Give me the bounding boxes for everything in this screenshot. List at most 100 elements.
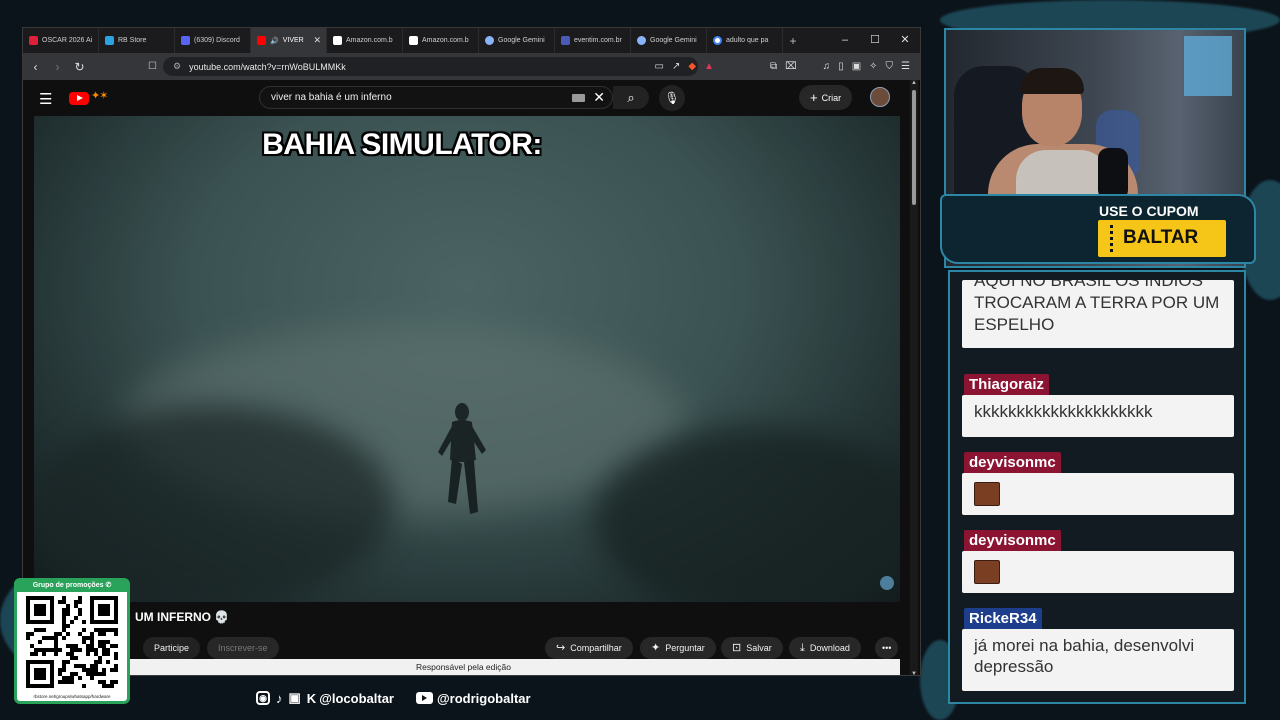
tab[interactable]: Amazon.com.b	[327, 28, 403, 53]
download-button[interactable]: ⤓ Download	[789, 637, 861, 659]
tab-active[interactable]: 🔊 VIVER ✕	[251, 28, 327, 53]
avatar[interactable]	[870, 87, 890, 107]
more-actions-button[interactable]: •••	[875, 637, 899, 659]
tab-favicon-icon	[105, 36, 114, 45]
search-icon: ⌕	[627, 90, 635, 105]
voice-search-button[interactable]: 🎙	[659, 85, 685, 111]
coupon-label: USE O CUPOM	[1099, 203, 1199, 219]
chat-message-text: kkkkkkkkkkkkkkkkkkkkk	[962, 395, 1234, 437]
wallet-icon[interactable]: ▣	[852, 61, 861, 72]
bookmark-icon: ⊡	[732, 642, 742, 654]
back-icon[interactable]: ‹	[26, 60, 45, 74]
tab-label: Google Gemini	[650, 37, 697, 44]
screenshot-icon[interactable]: ⌧	[785, 61, 797, 72]
url-field[interactable]: ☐ ⚙ youtube.com/watch?v=rnWoBULMMKk	[148, 57, 698, 76]
tab-favicon-icon	[181, 36, 190, 45]
tab-close-icon[interactable]: ✕	[313, 35, 321, 46]
tab[interactable]: eventim.com.br	[555, 28, 631, 53]
tab-label: adulto que pa	[726, 37, 769, 44]
youtube-doodle-icon[interactable]: ✦✶	[91, 89, 108, 102]
edit-notice: Responsável pela edição	[416, 662, 511, 672]
window-controls: – ☐ ✕	[830, 28, 920, 53]
qr-label-text: Grupo de promoções	[32, 582, 104, 589]
create-button[interactable]: + Criar	[799, 85, 853, 110]
face-emote-icon	[974, 560, 1000, 584]
tab-label: Amazon.com.b	[346, 37, 393, 44]
leo-icon[interactable]: ✧	[869, 61, 877, 72]
subscribe-button[interactable]: Inscrever-se	[207, 637, 279, 659]
menu-icon[interactable]: ☰	[901, 61, 910, 72]
channel-watermark-icon[interactable]	[880, 576, 894, 590]
address-bar: ‹ › ↻ ☐ ⚙ youtube.com/watch?v=rnWoBULMMK…	[23, 53, 920, 80]
brave-shield-icon[interactable]: ◆	[688, 61, 696, 72]
maximize-icon[interactable]: ☐	[860, 28, 890, 53]
new-tab-icon[interactable]: +	[783, 34, 803, 48]
tab[interactable]: (6309) Discord	[175, 28, 251, 53]
site-info-icon[interactable]: ⚙	[173, 61, 181, 72]
coupon-perforation	[1110, 225, 1113, 252]
forward-icon[interactable]: ›	[48, 60, 67, 74]
social-handle-1: @locobaltar	[319, 690, 394, 706]
toolbar-icons: ▭ ↗ ◆ ▲ ⧉ ⌧ ♫ ▯ ▣ ✧ ⛉ ☰	[655, 53, 910, 80]
url-text: youtube.com/watch?v=rnWoBULMMKk	[189, 61, 346, 72]
rewards-icon[interactable]: ▲	[704, 61, 714, 72]
scrollbar[interactable]: ▲ ▼	[910, 80, 918, 675]
amazon-favicon-icon	[333, 36, 342, 45]
tab[interactable]: OSCAR 2026 Ai	[23, 28, 99, 53]
streamer-hair	[1020, 68, 1084, 94]
youtube-page: ☰ ✦✶ viver na bahia é um inferno ✕ ⌕ 🎙 +…	[23, 80, 920, 675]
qr-label: Grupo de promoções ✆	[17, 580, 127, 592]
share-button[interactable]: ↪ Compartilhar	[545, 637, 633, 659]
clear-search-icon[interactable]: ✕	[593, 89, 605, 106]
qr-code-card: Grupo de promoções ✆ rbstore.net/groups/…	[14, 578, 130, 704]
save-button[interactable]: ⊡ Salvar	[721, 637, 783, 659]
edit-notice-bar: Responsável pela edição	[34, 659, 900, 675]
scroll-down-icon[interactable]: ▼	[910, 671, 918, 675]
scrollbar-thumb[interactable]	[912, 90, 916, 205]
amazon-favicon-icon	[409, 36, 418, 45]
tab[interactable]: Google Gemini	[479, 28, 555, 53]
close-window-icon[interactable]: ✕	[890, 28, 920, 53]
sidebar-icon[interactable]: ▯	[838, 61, 844, 72]
vpn-icon[interactable]: ⛉	[886, 61, 894, 72]
tab[interactable]: Amazon.com.b	[403, 28, 479, 53]
ask-button[interactable]: ✦ Perguntar	[640, 637, 716, 659]
chat-message-text: já morei na bahia, desenvolvi depressão	[962, 629, 1234, 691]
face-emote-icon	[974, 482, 1000, 506]
youtube-icon	[416, 692, 433, 704]
whatsapp-icon: ✆	[105, 582, 112, 589]
music-icon[interactable]: ♫	[823, 61, 831, 72]
keyboard-icon[interactable]	[572, 94, 585, 102]
ask-label: Perguntar	[665, 643, 705, 653]
qr-code	[26, 596, 118, 688]
video-player[interactable]: BAHIA SIMULATOR:	[34, 116, 900, 602]
search-button[interactable]: ⌕	[613, 86, 649, 109]
tab[interactable]: Google Gemini	[631, 28, 707, 53]
more-icon: •••	[882, 643, 892, 653]
share-page-icon[interactable]: ↗	[672, 61, 680, 72]
minimize-icon[interactable]: –	[830, 28, 860, 53]
participe-button[interactable]: Participe	[143, 637, 201, 659]
scroll-up-icon[interactable]: ▲	[910, 80, 918, 86]
extensions-icon[interactable]: ⧉	[770, 61, 777, 72]
reload-icon[interactable]: ↻	[70, 60, 89, 74]
tiktok-icon: ♪	[276, 690, 283, 706]
hamburger-menu-icon[interactable]: ☰	[39, 90, 52, 108]
coupon-banner: USE O CUPOM BALTAR	[940, 190, 1256, 270]
chat-message-text: AQUI NO BRASIL OS INDIOS TROCARAM A TERR…	[962, 280, 1234, 348]
search-input[interactable]: viver na bahia é um inferno ✕	[259, 86, 613, 109]
tab[interactable]: adulto que pa	[707, 28, 783, 53]
microphone-icon: 🎙	[664, 91, 680, 105]
youtube-logo-icon[interactable]	[69, 92, 89, 105]
create-label: Criar	[821, 93, 842, 103]
tab[interactable]: RB Store	[99, 28, 175, 53]
chat-text: kkkkkkkkkkkkkkkkkkkkk	[974, 402, 1153, 421]
cast-icon[interactable]: ▭	[655, 61, 664, 72]
bookmark-icon[interactable]: ☐	[148, 61, 157, 72]
title-text: UM INFERNO 💀	[135, 610, 230, 624]
tab-label: VIVER	[282, 37, 304, 44]
google-favicon-icon	[713, 36, 722, 45]
gemini-favicon-icon	[485, 36, 494, 45]
share-label: Compartilhar	[570, 643, 622, 653]
tab-favicon-icon	[29, 36, 38, 45]
